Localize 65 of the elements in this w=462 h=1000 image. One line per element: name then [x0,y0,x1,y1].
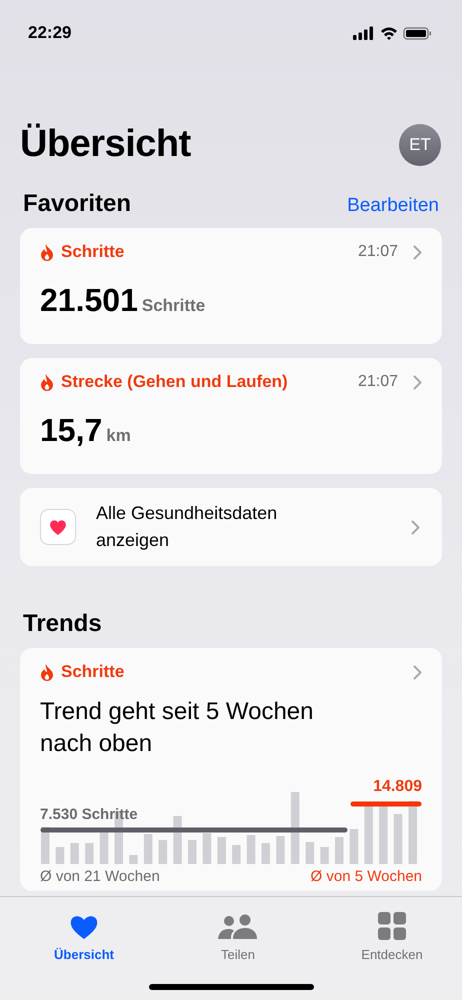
heart-app-icon [40,509,76,545]
chart-bar [350,829,358,864]
signal-icon [353,26,373,40]
metric-unit: Schritte [142,296,206,316]
chart-bar [217,837,226,864]
grid-icon [378,912,406,940]
chart-bar [262,843,270,864]
edit-link[interactable]: Bearbeiten [347,195,439,217]
chart-bar [56,847,64,864]
chart-bar [364,806,373,864]
heart-icon [69,914,99,940]
chart-bar [188,840,196,864]
chevron-icon [413,664,422,680]
chart-bar [232,845,241,864]
chart-bar [129,855,138,864]
chart-bar [202,833,212,864]
flame-icon [40,244,54,260]
chart-bar [306,842,314,864]
chart-bar [246,835,256,864]
chevron-icon [411,520,420,534]
chart-bar [290,792,300,864]
recent-average-line [350,801,422,807]
favorite-card[interactable]: Strecke (Gehen und Laufen) 21:07 15,7 km [20,358,442,474]
trend-card[interactable]: Schritte Trend geht seit 5 Wochen nach oben 7.530 Schritte 14.809 Ø von 21 Wochen Ø von 5 Wochen [20,648,442,891]
people-icon [218,914,258,940]
tab[interactable]: Übersicht [34,908,134,962]
metric-value: 15,7 [40,412,102,449]
chart-bar [335,837,344,864]
recent-value: 14.809 [373,778,422,796]
tab[interactable]: Teilen [188,908,288,962]
section-title: Trends [23,610,102,638]
all-data-card[interactable]: Alle Gesundheitsdaten anzeigen [20,488,442,566]
chart-bar [276,836,285,864]
timestamp: 21:07 [358,243,398,261]
metric-value: 21.501 [40,282,138,319]
chart-bar [85,843,94,864]
chart-bar [394,814,402,864]
flame-icon [40,374,54,390]
flame-icon [40,664,54,680]
chart-bar [408,801,417,864]
wifi-icon [381,28,397,40]
battery-icon [403,27,431,40]
metric-label: Strecke (Gehen und Laufen) [61,372,289,392]
tab[interactable]: Entdecken [342,908,442,962]
recent-caption: Ø von 5 Wochen [310,868,422,885]
all-data-label: Alle Gesundheitsdaten anzeigen [96,502,278,552]
timestamp: 21:07 [358,373,398,391]
metric-unit: km [106,426,131,446]
chevron-icon [413,374,422,390]
chevron-icon [413,244,422,260]
trend-headline: Trend geht seit 5 Wochen nach oben [40,697,314,759]
chart-bar [158,840,168,864]
profile-avatar[interactable]: ET [399,124,441,166]
baseline-value: 7.530 Schritte [40,806,138,823]
chart-bar [144,834,152,864]
baseline-caption: Ø von 21 Wochen [40,868,160,885]
metric-label: Schritte [61,662,126,682]
favorite-card[interactable]: Schritte 21:07 21.501 Schritte [20,228,442,344]
chart-bar [100,830,108,864]
section-title: Favoriten [23,190,132,218]
chart-bar [70,843,79,864]
chart-bar [320,847,329,864]
metric-label: Schritte [61,242,126,262]
status-time: 22:29 [28,23,72,43]
page-title: Übersicht [20,123,191,166]
